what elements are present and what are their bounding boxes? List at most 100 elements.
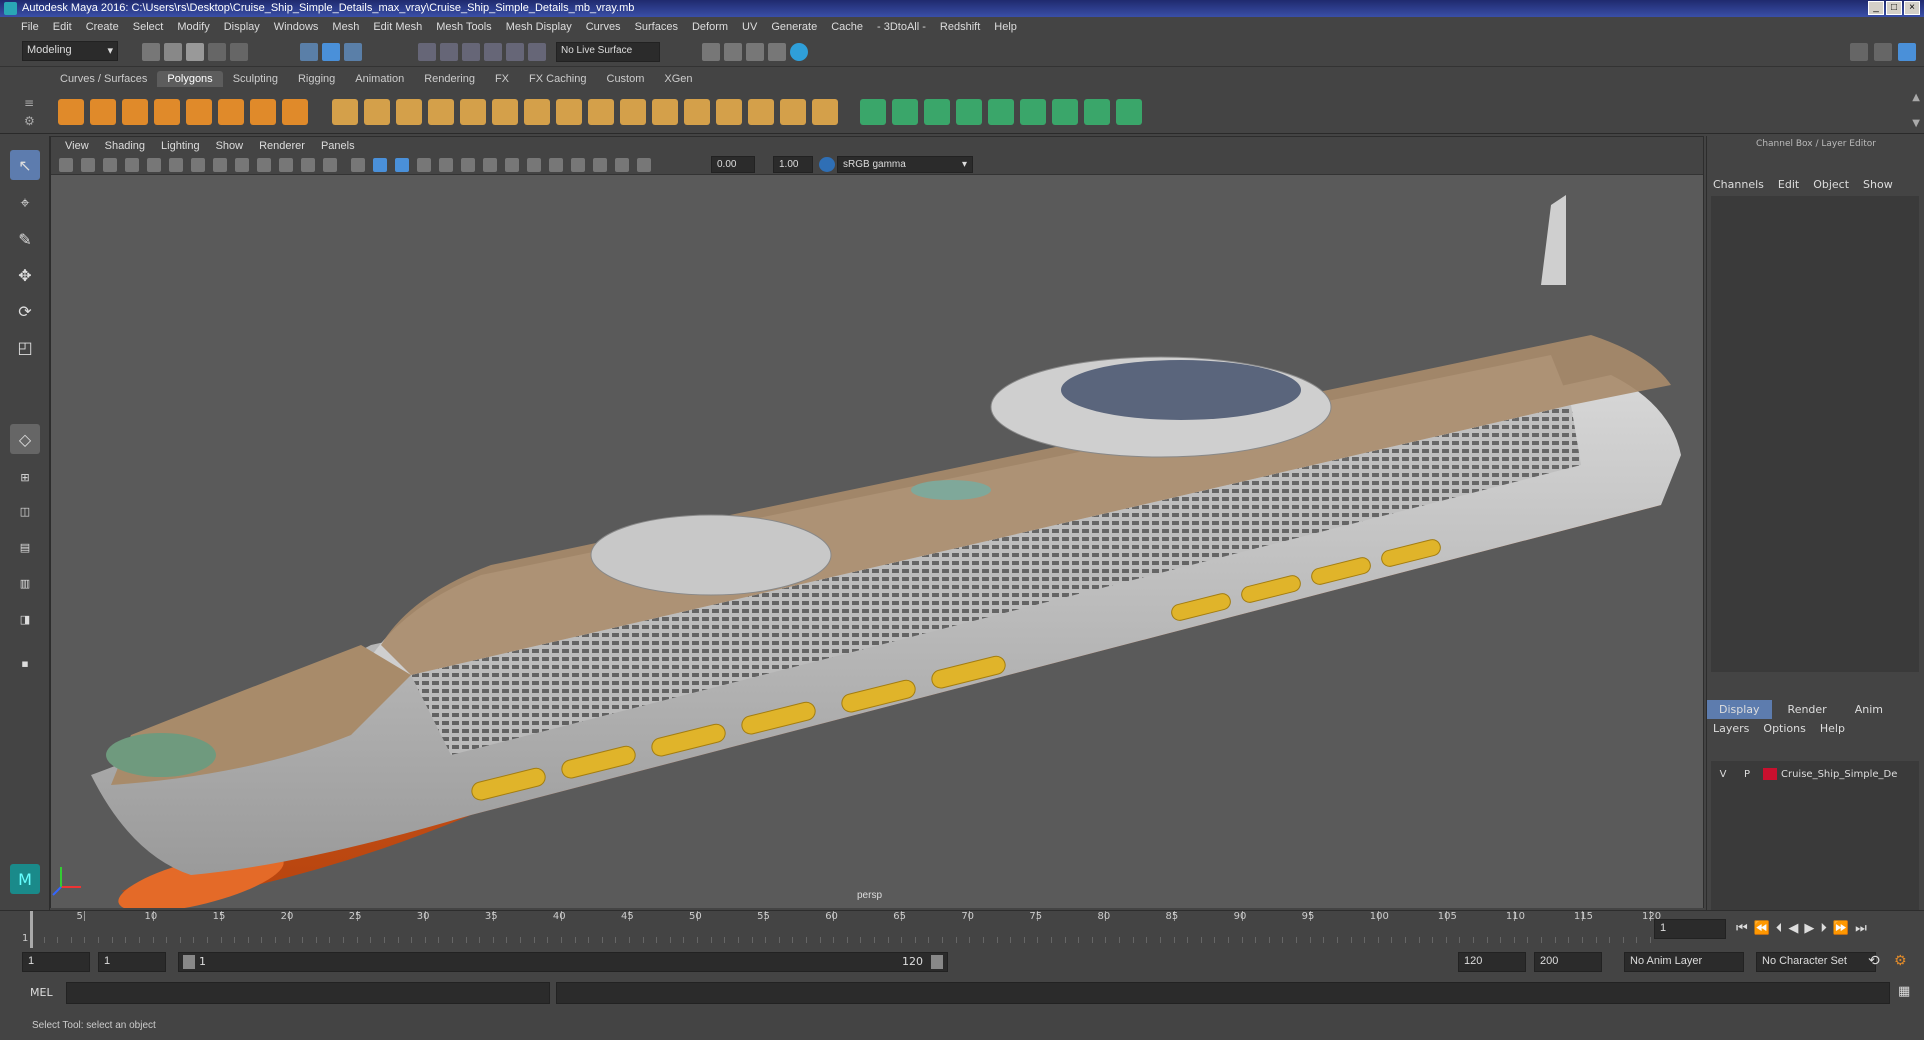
open-scene-icon[interactable]	[164, 43, 182, 61]
sew-uv-icon[interactable]	[1052, 99, 1078, 125]
bookmarks-icon[interactable]	[103, 158, 117, 172]
shelf-tab-curves-surfaces[interactable]: Curves / Surfaces	[50, 71, 157, 87]
textured-icon[interactable]	[417, 158, 431, 172]
render-current-icon[interactable]	[724, 43, 742, 61]
layer-tab-anim[interactable]: Anim	[1843, 700, 1895, 719]
paint-select-tool-icon[interactable]: ✎	[10, 224, 40, 254]
average-vertices-icon[interactable]	[492, 99, 518, 125]
poly-torus-icon[interactable]	[218, 99, 244, 125]
menu-select[interactable]: Select	[126, 21, 171, 33]
channel-menu-show[interactable]: Show	[1863, 178, 1893, 191]
script-editor-icon[interactable]: ▦	[1898, 984, 1910, 999]
play-forward-icon[interactable]: ▶	[1804, 921, 1814, 936]
shelf-settings-icon[interactable]: ⚙	[24, 114, 35, 128]
modeling-toolkit-icon[interactable]	[1850, 43, 1868, 61]
channel-box-toggle-icon[interactable]	[1898, 43, 1916, 61]
planar-uv-icon[interactable]	[956, 99, 982, 125]
target-weld-icon[interactable]	[652, 99, 678, 125]
grease-pencil-icon[interactable]	[169, 158, 183, 172]
wireframe-on-shaded-icon[interactable]	[395, 158, 409, 172]
layout-options-icon[interactable]: ▪	[10, 648, 40, 678]
multi-cut-icon[interactable]	[620, 99, 646, 125]
play-backward-icon[interactable]: ◀	[1788, 921, 1798, 936]
shelf-tab-rendering[interactable]: Rendering	[414, 71, 485, 87]
shelf-tab-rigging[interactable]: Rigging	[288, 71, 345, 87]
panel-menu-shading[interactable]: Shading	[97, 140, 153, 152]
undo-icon[interactable]	[208, 43, 226, 61]
command-input[interactable]	[66, 982, 550, 1004]
use-all-lights-icon[interactable]	[439, 158, 453, 172]
channel-menu-object[interactable]: Object	[1813, 178, 1849, 191]
combine-icon[interactable]	[332, 99, 358, 125]
menu-mesh[interactable]: Mesh	[325, 21, 366, 33]
snap-surface-icon[interactable]	[506, 43, 524, 61]
film-gate-icon[interactable]	[213, 158, 227, 172]
range-end-handle[interactable]	[931, 955, 943, 969]
layer-tab-render[interactable]: Render	[1776, 700, 1839, 719]
layer-name[interactable]: Cruise_Ship_Simple_De	[1781, 769, 1897, 780]
mode-dropdown[interactable]: Modeling ▾	[22, 41, 118, 61]
menu-mesh-tools[interactable]: Mesh Tools	[429, 21, 498, 33]
menu-help[interactable]: Help	[987, 21, 1024, 33]
offset-edge-loop-icon[interactable]	[748, 99, 774, 125]
poly-sphere-icon[interactable]	[58, 99, 84, 125]
menu-windows[interactable]: Windows	[267, 21, 326, 33]
move-tool-icon[interactable]: ✥	[10, 260, 40, 290]
poly-cylinder-icon[interactable]	[122, 99, 148, 125]
perspective-viewport[interactable]: persp	[51, 175, 1705, 912]
end-time-field[interactable]: 200	[1534, 952, 1602, 972]
menu-display[interactable]: Display	[217, 21, 267, 33]
exposure-field[interactable]: 0.00	[711, 156, 755, 173]
playback-end-field[interactable]: 120	[1458, 952, 1526, 972]
shelf-tab-polygons[interactable]: Polygons	[157, 71, 223, 87]
menu-edit-mesh[interactable]: Edit Mesh	[366, 21, 429, 33]
save-scene-icon[interactable]	[186, 43, 204, 61]
menu-generate[interactable]: Generate	[764, 21, 824, 33]
checker-icon[interactable]	[1084, 99, 1110, 125]
redo-icon[interactable]	[230, 43, 248, 61]
panel-menu-renderer[interactable]: Renderer	[251, 140, 313, 152]
panel-menu-view[interactable]: View	[57, 140, 97, 152]
motion-blur-icon[interactable]	[505, 158, 519, 172]
menu-deform[interactable]: Deform	[685, 21, 735, 33]
cruise-ship-model[interactable]	[51, 175, 1705, 912]
range-start-handle[interactable]	[183, 955, 195, 969]
uv-editor-icon[interactable]	[1020, 99, 1046, 125]
poly-cube-icon[interactable]	[90, 99, 116, 125]
lasso-tool-icon[interactable]: ⌖	[10, 188, 40, 218]
layer-menu-options[interactable]: Options	[1763, 722, 1805, 735]
safe-action-icon[interactable]	[301, 158, 315, 172]
panel-menu-show[interactable]: Show	[208, 140, 252, 152]
extrude-icon[interactable]	[556, 99, 582, 125]
wireframe-icon[interactable]	[351, 158, 365, 172]
close-button[interactable]: ×	[1904, 1, 1920, 15]
menu-uv[interactable]: UV	[735, 21, 764, 33]
poly-plane-icon[interactable]	[186, 99, 212, 125]
step-back-key-icon[interactable]: ⏪	[1754, 921, 1770, 936]
rotate-tool-icon[interactable]: ⟳	[10, 296, 40, 326]
render-view-icon[interactable]	[702, 43, 720, 61]
snap-edge-icon[interactable]	[528, 43, 546, 61]
menu-surfaces[interactable]: Surfaces	[628, 21, 685, 33]
quad-draw-icon[interactable]	[780, 99, 806, 125]
step-back-frame-icon[interactable]: ⏴	[1776, 921, 1783, 936]
new-scene-icon[interactable]	[142, 43, 160, 61]
exposure-icon[interactable]	[637, 158, 651, 172]
maya-home-icon[interactable]: M	[10, 864, 40, 894]
shelf-tab-xgen[interactable]: XGen	[654, 71, 702, 87]
select-component-icon[interactable]	[344, 43, 362, 61]
panel-menu-panels[interactable]: Panels	[313, 140, 363, 152]
render-settings-icon[interactable]	[768, 43, 786, 61]
panel-menu-lighting[interactable]: Lighting	[153, 140, 208, 152]
snap-view-icon[interactable]	[484, 43, 502, 61]
unfold-icon[interactable]	[1116, 99, 1142, 125]
menu-redshift[interactable]: Redshift	[933, 21, 987, 33]
layer-menu-help[interactable]: Help	[1820, 722, 1845, 735]
hypershade-layout-icon[interactable]: ▥	[10, 568, 40, 598]
menu-edit[interactable]: Edit	[46, 21, 79, 33]
automatic-uv-icon[interactable]	[988, 99, 1014, 125]
layer-color-swatch[interactable]	[1763, 768, 1777, 780]
layer-tab-display[interactable]: Display	[1707, 699, 1772, 719]
maximize-button[interactable]: □	[1886, 1, 1902, 15]
scale-tool-icon[interactable]: ◰	[10, 332, 40, 362]
